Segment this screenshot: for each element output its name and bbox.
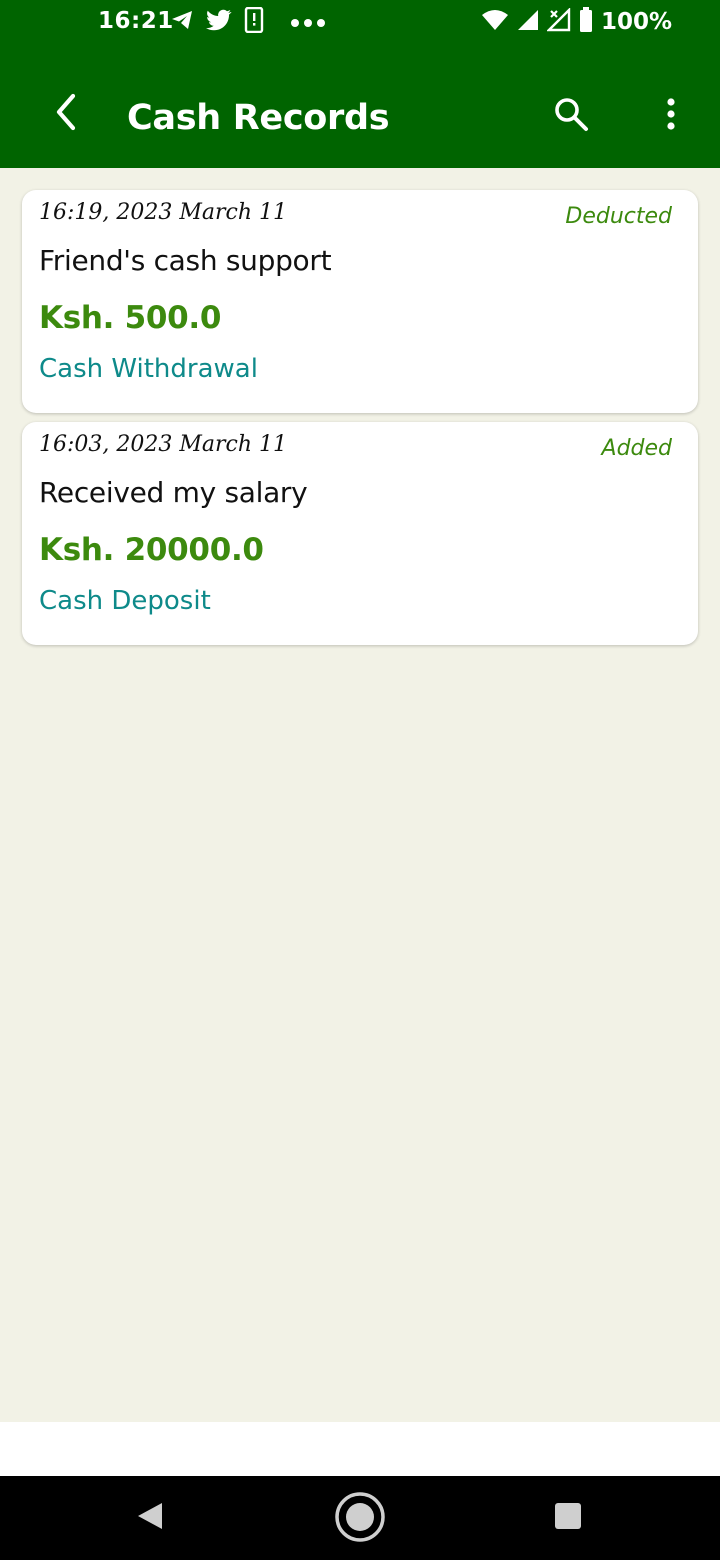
record-status: Added — [601, 436, 672, 461]
signal-icon — [517, 9, 539, 35]
twitter-icon — [206, 8, 232, 36]
nav-back-button[interactable] — [126, 1496, 174, 1540]
search-button[interactable] — [545, 90, 597, 142]
status-bar: 16:21 100% — [0, 0, 720, 46]
record-description: Received my salary — [39, 476, 308, 509]
record-timestamp: 16:03, 2023 March 11 — [39, 432, 288, 457]
app-bar: Cash Records — [0, 46, 720, 168]
signal-x-icon — [546, 7, 571, 36]
record-card[interactable]: 16:03, 2023 March 11 Added Received my s… — [22, 422, 698, 645]
record-type: Cash Withdrawal — [39, 354, 258, 384]
page-title: Cash Records — [127, 98, 390, 138]
overflow-menu-icon — [666, 98, 676, 134]
record-type: Cash Deposit — [39, 586, 211, 616]
record-amount: Ksh. 500.0 — [39, 300, 222, 336]
nav-recents-icon — [554, 1502, 582, 1534]
more-dots-icon — [290, 13, 326, 32]
record-amount: Ksh. 20000.0 — [39, 532, 264, 568]
bottom-strip — [0, 1422, 720, 1476]
nav-back-icon — [136, 1501, 164, 1535]
battery-percent: 100% — [600, 9, 672, 35]
record-description: Friend's cash support — [39, 244, 332, 277]
nav-home-icon — [334, 1491, 386, 1547]
records-list: 16:19, 2023 March 11 Deducted Friend's c… — [22, 190, 698, 654]
telegram-icon — [170, 8, 194, 36]
record-card[interactable]: 16:19, 2023 March 11 Deducted Friend's c… — [22, 190, 698, 413]
nav-recents-button[interactable] — [546, 1496, 590, 1540]
record-status: Deducted — [565, 204, 672, 229]
device-alert-icon — [244, 6, 264, 37]
battery-icon — [579, 7, 593, 37]
navigation-bar — [0, 1476, 720, 1560]
status-icons-left — [170, 6, 326, 37]
nav-home-button[interactable] — [333, 1492, 387, 1546]
back-button[interactable] — [40, 88, 92, 140]
wifi-icon — [481, 9, 509, 35]
record-timestamp: 16:19, 2023 March 11 — [39, 200, 288, 225]
back-arrow-icon — [51, 92, 81, 136]
overflow-menu-button[interactable] — [648, 90, 694, 142]
search-icon — [553, 96, 589, 136]
status-time: 16:21 — [98, 8, 174, 34]
status-icons-right: 100% — [481, 7, 672, 37]
